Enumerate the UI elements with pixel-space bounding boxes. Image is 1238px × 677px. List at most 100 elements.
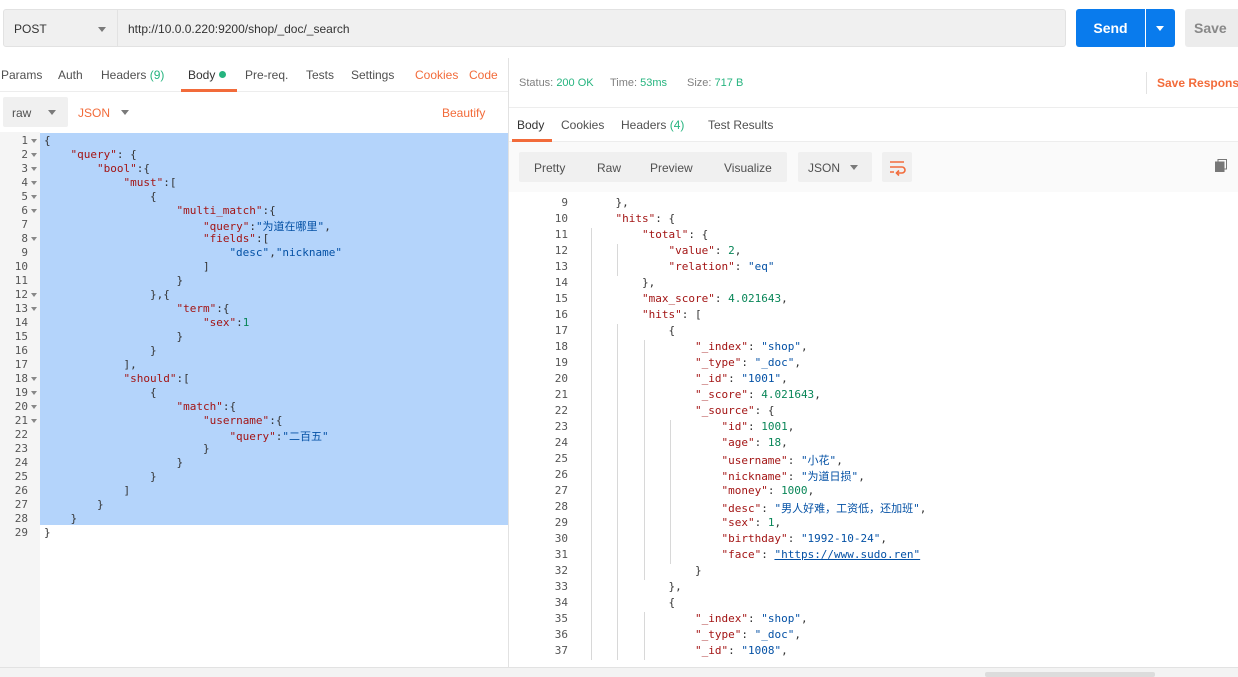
code-line: ] xyxy=(44,260,210,273)
line-number: 23 xyxy=(14,442,28,455)
body-mode-select[interactable]: raw xyxy=(3,97,68,127)
view-mode-preview[interactable]: Preview xyxy=(650,161,693,175)
line-number: 18 xyxy=(14,372,28,385)
method-select[interactable]: POST xyxy=(3,9,118,47)
wrap-lines-icon xyxy=(890,161,906,177)
code-line: "_type": "_doc", xyxy=(694,356,801,369)
line-number: 27 xyxy=(14,498,28,511)
fold-arrow-icon[interactable] xyxy=(31,139,37,143)
view-mode-visualize[interactable]: Visualize xyxy=(724,161,772,175)
tab-body[interactable]: Body xyxy=(188,68,227,82)
line-number: 15 xyxy=(554,292,568,305)
tab-body-label: Body xyxy=(188,68,216,82)
code-link[interactable]: Code xyxy=(469,68,498,82)
code-line: "query": { xyxy=(70,148,137,161)
request-body-editor[interactable]: 1 {2 "query": {3 "bool":{4 "must":[5 {6 "… xyxy=(0,132,508,667)
line-number: 28 xyxy=(554,500,568,513)
fold-arrow-icon[interactable] xyxy=(31,377,37,381)
response-body-viewer[interactable]: 9 }, 10 "hits": {11 "total": {12 "value":… xyxy=(509,192,1238,667)
tab-settings[interactable]: Settings xyxy=(351,68,394,82)
line-number: 10 xyxy=(14,260,28,273)
fold-arrow-icon[interactable] xyxy=(31,181,37,185)
code-line: } xyxy=(44,442,210,455)
status-label: Status: xyxy=(519,77,554,89)
view-mode-raw[interactable]: Raw xyxy=(597,161,621,175)
request-bar: POST http://10.0.0.220:9200/shop/_doc/_s… xyxy=(0,0,1238,58)
code-line: }, xyxy=(589,196,629,209)
code-line: "_index": "shop", xyxy=(694,340,808,353)
status-info: Status: 200 OK xyxy=(519,77,594,89)
line-number: 21 xyxy=(14,414,28,427)
code-line: { xyxy=(589,324,676,337)
code-line: "_id": "1001", xyxy=(694,372,788,385)
code-line: "multi_match":{ xyxy=(176,204,276,217)
tab-pre-request[interactable]: Pre-req. xyxy=(245,68,288,82)
code-line: "match":{ xyxy=(176,400,237,413)
chevron-down-icon xyxy=(98,27,106,32)
line-number: 13 xyxy=(554,260,568,273)
line-number: 16 xyxy=(554,308,568,321)
line-number: 13 xyxy=(14,302,28,315)
body-format-label: JSON xyxy=(78,106,111,120)
fold-arrow-icon[interactable] xyxy=(31,293,37,297)
url-input[interactable]: http://10.0.0.220:9200/shop/_doc/_search xyxy=(118,9,1066,47)
line-number: 9 xyxy=(21,246,28,259)
response-tab-body[interactable]: Body xyxy=(517,118,544,132)
code-line: } xyxy=(44,512,78,525)
response-tab-headers[interactable]: Headers (4) xyxy=(621,118,684,132)
response-tab-cookies[interactable]: Cookies xyxy=(561,118,604,132)
wrap-lines-button[interactable] xyxy=(882,152,912,182)
chevron-down-icon xyxy=(48,110,56,115)
body-format-select[interactable]: JSON xyxy=(78,106,129,120)
chevron-down-icon xyxy=(121,110,129,115)
code-line: "total": { xyxy=(641,228,709,241)
fold-arrow-icon[interactable] xyxy=(31,419,37,423)
tab-tests[interactable]: Tests xyxy=(306,68,334,82)
horizontal-scrollbar[interactable] xyxy=(985,672,1155,677)
fold-arrow-icon[interactable] xyxy=(31,209,37,213)
line-number: 10 xyxy=(554,212,568,225)
fold-arrow-icon[interactable] xyxy=(31,167,37,171)
tab-params[interactable]: Params xyxy=(1,68,42,82)
line-number: 36 xyxy=(554,628,568,641)
line-number: 24 xyxy=(14,456,28,469)
line-number: 29 xyxy=(14,526,28,539)
line-number: 5 xyxy=(21,190,28,203)
code-line: "value": 2, xyxy=(668,244,742,257)
method-label: POST xyxy=(14,22,47,36)
response-tab-test-results[interactable]: Test Results xyxy=(708,118,773,132)
view-mode-pretty[interactable]: Pretty xyxy=(534,161,565,175)
fold-arrow-icon[interactable] xyxy=(31,195,37,199)
tab-auth[interactable]: Auth xyxy=(58,68,83,82)
fold-arrow-icon[interactable] xyxy=(31,153,37,157)
send-options-button[interactable] xyxy=(1146,9,1175,47)
save-button[interactable]: Save xyxy=(1185,9,1238,47)
tab-headers[interactable]: Headers (9) xyxy=(101,68,164,82)
fold-arrow-icon[interactable] xyxy=(31,391,37,395)
line-number: 12 xyxy=(554,244,568,257)
size-label: Size: xyxy=(687,77,712,89)
beautify-button[interactable]: Beautify xyxy=(442,106,485,120)
code-line: },{ xyxy=(44,288,170,301)
line-number: 14 xyxy=(554,276,568,289)
response-format-select[interactable]: JSON xyxy=(798,152,872,182)
code-line: ] xyxy=(44,484,131,497)
fold-arrow-icon[interactable] xyxy=(31,405,37,409)
copy-icon[interactable] xyxy=(1215,159,1227,172)
status-value: 200 OK xyxy=(556,77,594,89)
send-button[interactable]: Send xyxy=(1076,9,1145,47)
code-line: { xyxy=(589,596,676,609)
code-line: }, xyxy=(589,580,682,593)
cookies-link[interactable]: Cookies xyxy=(415,68,458,82)
line-number: 34 xyxy=(554,596,568,609)
code-line: { xyxy=(44,386,157,399)
fold-arrow-icon[interactable] xyxy=(31,237,37,241)
code-line: "must":[ xyxy=(123,176,177,189)
code-line: } xyxy=(44,456,184,469)
save-response-button[interactable]: Save Response xyxy=(1157,76,1238,90)
code-line: "age": 18, xyxy=(721,436,788,449)
fold-arrow-icon[interactable] xyxy=(31,307,37,311)
code-line: } xyxy=(44,274,184,287)
code-line: "bool":{ xyxy=(96,162,150,175)
line-number: 2 xyxy=(21,148,28,161)
